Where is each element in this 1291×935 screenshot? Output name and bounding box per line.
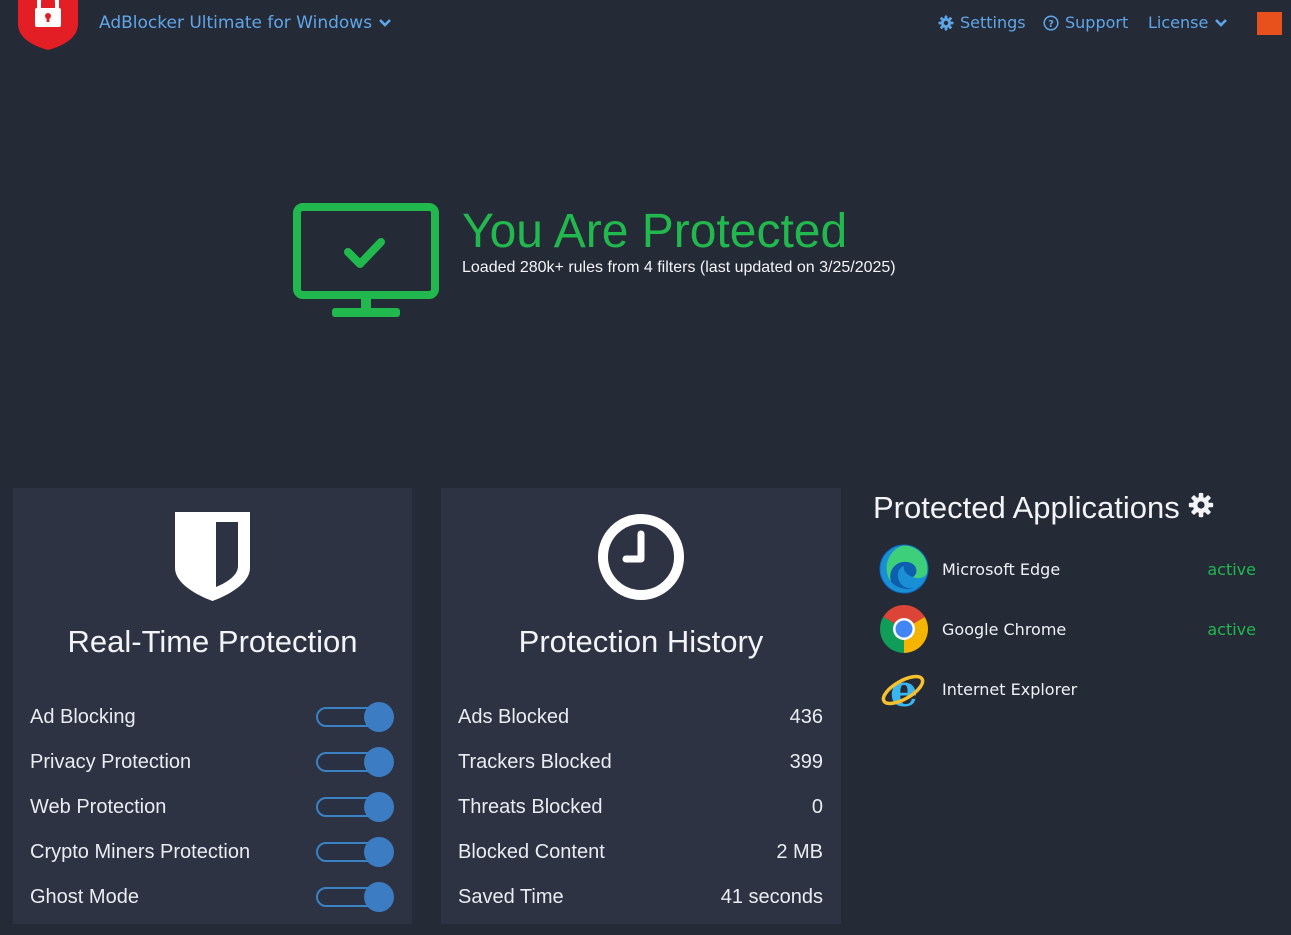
realtime-protection-title: Real-Time Protection bbox=[67, 624, 358, 659]
protection-history-title: Protection History bbox=[518, 624, 764, 659]
setting-label: Ad Blocking bbox=[30, 705, 136, 728]
setting-row-ad-blocking: Ad Blocking bbox=[30, 702, 394, 732]
web-protection-toggle[interactable] bbox=[316, 792, 394, 822]
svg-text:e: e bbox=[890, 666, 918, 714]
stat-row: Ads Blocked 436 bbox=[458, 702, 823, 732]
stat-value: 41 seconds bbox=[720, 885, 823, 908]
setting-row-crypto-miners-protection: Crypto Miners Protection bbox=[30, 837, 394, 867]
settings-link[interactable]: Settings bbox=[938, 13, 1026, 32]
stat-row: Saved Time 41 seconds bbox=[458, 882, 823, 912]
ad-blocking-toggle[interactable] bbox=[316, 702, 394, 732]
gear-icon bbox=[938, 15, 954, 30]
app-title: AdBlocker Ultimate for Windows bbox=[99, 13, 373, 33]
chevron-down-icon bbox=[1215, 18, 1228, 27]
protection-status-title: You Are Protected bbox=[462, 205, 848, 258]
stat-label: Threats Blocked bbox=[458, 795, 603, 818]
crypto-miners-protection-toggle[interactable] bbox=[316, 837, 394, 867]
app-row-google-chrome[interactable]: Google Chrome active bbox=[879, 604, 1259, 654]
protection-history-card: Protection History Ads Blocked 436 Track… bbox=[441, 488, 841, 924]
svg-text:?: ? bbox=[1048, 18, 1054, 29]
clock-icon bbox=[598, 514, 684, 600]
stat-label: Saved Time bbox=[458, 885, 564, 908]
app-row-internet-explorer[interactable]: e Internet Explorer bbox=[879, 664, 1259, 714]
privacy-protection-toggle[interactable] bbox=[316, 747, 394, 777]
microsoft-edge-icon bbox=[879, 544, 929, 594]
app-name: Microsoft Edge bbox=[942, 559, 1061, 579]
shield-icon bbox=[175, 512, 250, 601]
setting-label: Ghost Mode bbox=[30, 885, 139, 908]
help-circle-icon: ? bbox=[1043, 14, 1059, 31]
protected-applications-header: Protected Applications bbox=[873, 490, 1214, 526]
stat-row: Threats Blocked 0 bbox=[458, 792, 823, 822]
filters-status-text: Loaded 280k+ rules from 4 filters (last … bbox=[462, 259, 896, 276]
adblocker-logo-icon bbox=[18, 0, 78, 50]
stat-row: Trackers Blocked 399 bbox=[458, 747, 823, 777]
stat-value: 436 bbox=[789, 705, 823, 728]
stat-value: 399 bbox=[789, 750, 823, 773]
setting-row-web-protection: Web Protection bbox=[30, 792, 394, 822]
stat-label: Trackers Blocked bbox=[458, 750, 612, 773]
stat-value: 0 bbox=[811, 795, 823, 818]
app-status: active bbox=[1207, 619, 1256, 639]
setting-label: Web Protection bbox=[30, 795, 167, 818]
stat-row: Blocked Content 2 MB bbox=[458, 837, 823, 867]
chevron-down-icon bbox=[379, 19, 391, 27]
license-label: License bbox=[1148, 13, 1209, 32]
protected-applications-title: Protected Applications bbox=[873, 490, 1180, 525]
license-dropdown[interactable]: License bbox=[1148, 13, 1228, 32]
internet-explorer-icon: e bbox=[881, 666, 925, 714]
google-chrome-icon bbox=[879, 605, 929, 653]
support-label: Support bbox=[1065, 13, 1129, 32]
app-name: Google Chrome bbox=[942, 619, 1067, 639]
stat-label: Ads Blocked bbox=[458, 705, 570, 728]
close-button[interactable] bbox=[1257, 12, 1282, 35]
gear-icon[interactable] bbox=[1188, 492, 1214, 518]
realtime-protection-card: Real-Time Protection Ad Blocking Privacy… bbox=[13, 488, 412, 924]
stat-label: Blocked Content bbox=[458, 840, 605, 863]
setting-label: Crypto Miners Protection bbox=[30, 840, 251, 863]
monitor-check-icon bbox=[293, 203, 439, 317]
stat-value: 2 MB bbox=[776, 840, 823, 863]
setting-row-privacy-protection: Privacy Protection bbox=[30, 747, 394, 777]
app-title-dropdown[interactable]: AdBlocker Ultimate for Windows bbox=[99, 13, 392, 33]
app-status: active bbox=[1207, 559, 1256, 579]
app-row-microsoft-edge[interactable]: Microsoft Edge active bbox=[879, 544, 1259, 594]
support-link[interactable]: ? Support bbox=[1043, 13, 1128, 32]
setting-label: Privacy Protection bbox=[30, 750, 192, 773]
settings-label: Settings bbox=[960, 13, 1026, 32]
setting-row-ghost-mode: Ghost Mode bbox=[30, 882, 394, 912]
app-name: Internet Explorer bbox=[942, 679, 1078, 699]
ghost-mode-toggle[interactable] bbox=[316, 882, 394, 912]
